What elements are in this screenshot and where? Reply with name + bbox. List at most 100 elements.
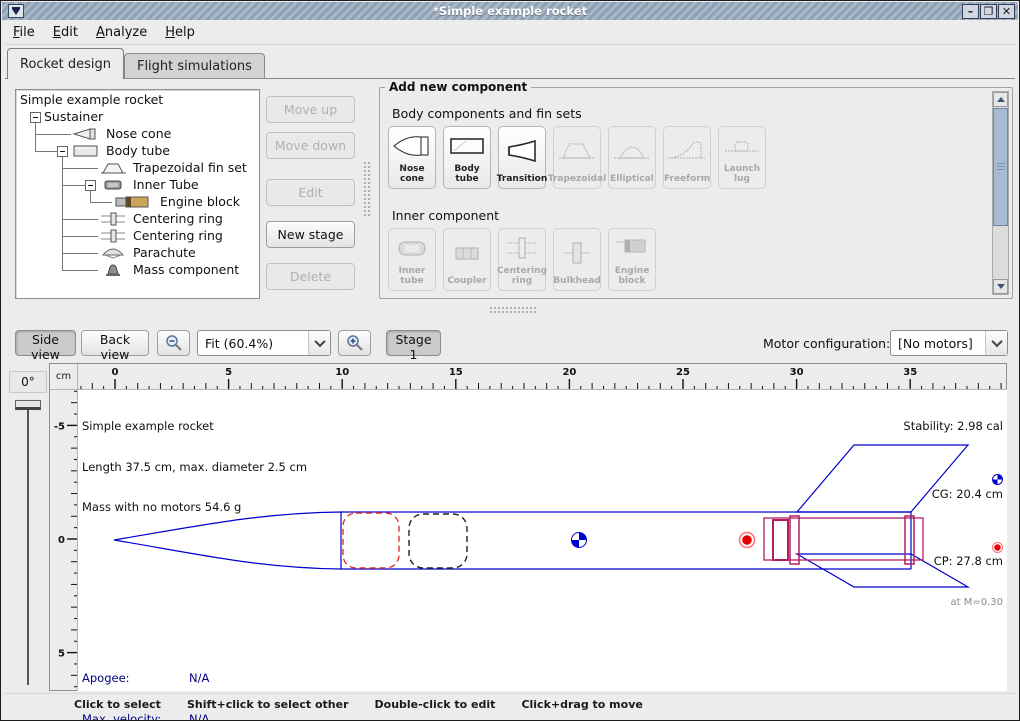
mass-component-outline bbox=[409, 514, 467, 568]
zoom-out-button[interactable] bbox=[157, 330, 190, 356]
expander-body-tube[interactable] bbox=[57, 146, 68, 157]
tree-item-mass-component[interactable]: Mass component bbox=[133, 262, 239, 278]
expander-inner-tube[interactable] bbox=[85, 180, 96, 191]
menu-edit[interactable]: Edit bbox=[44, 22, 87, 43]
tree-guide bbox=[90, 191, 91, 202]
menu-bar: File Edit Analyze Help bbox=[4, 21, 1016, 45]
nose-cone-icon bbox=[391, 131, 433, 161]
tree-item-inner-tube[interactable]: Inner Tube bbox=[133, 177, 199, 193]
add-inner-tube-button[interactable]: Inner tube bbox=[388, 228, 436, 291]
tree-item-engine-block[interactable]: Engine block bbox=[160, 194, 240, 210]
horizontal-splitter[interactable] bbox=[489, 306, 537, 314]
add-body-tube-button[interactable]: Body tube bbox=[443, 126, 491, 189]
add-nose-cone-button[interactable]: Nose cone bbox=[388, 126, 436, 189]
tree-item-nose-cone[interactable]: Nose cone bbox=[106, 126, 171, 142]
scrollbar-thumb[interactable] bbox=[993, 108, 1008, 226]
add-engine-block-button[interactable]: Engine block bbox=[608, 228, 656, 291]
menu-help[interactable]: Help bbox=[156, 22, 204, 43]
expander-sustainer[interactable] bbox=[30, 112, 41, 123]
bulkhead-icon bbox=[556, 239, 598, 267]
centering-ring-1-outline bbox=[790, 516, 799, 564]
side-view-button[interactable]: Side view bbox=[15, 330, 76, 356]
back-view-button[interactable]: Back view bbox=[81, 330, 149, 356]
zoom-out-icon bbox=[165, 334, 183, 352]
vertical-splitter[interactable] bbox=[363, 161, 372, 217]
cp-line: CP: 27.8 cm bbox=[895, 528, 1003, 569]
stability-info: Stability: 2.98 cal CG: 20.4 cm CP: 27.8… bbox=[895, 393, 1003, 636]
status-bar: Click to select Shift+click to select ot… bbox=[4, 693, 1016, 714]
component-panel-scrollbar[interactable] bbox=[992, 91, 1009, 295]
tree-item-centering-ring-2[interactable]: Centering ring bbox=[133, 228, 223, 244]
tree-item-body-tube[interactable]: Body tube bbox=[106, 143, 170, 159]
add-centering-ring-button[interactable]: Centering ring bbox=[498, 228, 546, 291]
menu-file[interactable]: File bbox=[4, 22, 44, 43]
add-trapezoidal-fin-button[interactable]: Trapezoidal bbox=[553, 126, 601, 189]
move-up-button[interactable]: Move up bbox=[266, 96, 355, 123]
rocket-summary: Simple example rocket Length 37.5 cm, ma… bbox=[82, 393, 307, 542]
zoom-level-combo[interactable]: Fit (60.4%) bbox=[197, 330, 331, 356]
hint-click-select: Click to select bbox=[74, 698, 161, 711]
cp-marker bbox=[740, 533, 755, 548]
cg-line: CG: 20.4 cm bbox=[895, 461, 1003, 502]
parachute-outline bbox=[343, 513, 399, 568]
add-transition-button[interactable]: Transition bbox=[498, 126, 546, 189]
tree-guide bbox=[62, 236, 98, 237]
chevron-down-icon bbox=[308, 331, 330, 355]
add-bulkhead-button[interactable]: Bulkhead bbox=[553, 228, 601, 291]
stability-line: Stability: 2.98 cal bbox=[895, 420, 1003, 434]
cg-legend-icon bbox=[992, 474, 1003, 485]
zoom-in-icon bbox=[346, 334, 364, 352]
rocket-view-panel: cm 05101520253035 -505 bbox=[49, 363, 1007, 691]
tree-item-centering-ring-1[interactable]: Centering ring bbox=[133, 211, 223, 227]
engine-block-icon bbox=[114, 195, 154, 209]
scroll-down-button[interactable] bbox=[993, 279, 1008, 294]
add-coupler-button[interactable]: Coupler bbox=[443, 228, 491, 291]
inner-component-label: Inner component bbox=[392, 208, 499, 223]
tab-rocket-design[interactable]: Rocket design bbox=[7, 48, 124, 79]
title-bar[interactable]: *Simple example rocket – ❐ ✕ bbox=[2, 2, 1018, 20]
cg-marker bbox=[572, 533, 587, 548]
centering-ring-icon bbox=[100, 229, 128, 243]
delete-button[interactable]: Delete bbox=[266, 263, 355, 290]
zoom-in-button[interactable] bbox=[338, 330, 371, 356]
apogee-line: Apogee:N/A bbox=[82, 672, 209, 686]
tree-guide bbox=[90, 202, 112, 203]
tree-guide bbox=[62, 219, 98, 220]
add-elliptical-fin-button[interactable]: Elliptical bbox=[608, 126, 656, 189]
rotation-slider-thumb[interactable] bbox=[15, 400, 41, 410]
component-tree[interactable]: Simple example rocket Sustainer Nose con… bbox=[15, 89, 260, 299]
svg-text:30: 30 bbox=[790, 367, 804, 378]
tree-guide bbox=[35, 123, 36, 152]
add-freeform-fin-button[interactable]: Freeform bbox=[663, 126, 711, 189]
trapezoidal-fin-icon bbox=[100, 161, 128, 175]
motor-configuration-combo[interactable]: [No motors] bbox=[890, 330, 1008, 356]
tab-flight-simulations[interactable]: Flight simulations bbox=[124, 53, 265, 79]
svg-text:5: 5 bbox=[225, 367, 232, 378]
svg-text:10: 10 bbox=[335, 367, 349, 378]
tree-guide bbox=[35, 151, 57, 152]
new-stage-button[interactable]: New stage bbox=[266, 221, 355, 248]
menu-analyze[interactable]: Analyze bbox=[87, 22, 156, 43]
body-tube-icon bbox=[72, 144, 100, 158]
svg-text:0: 0 bbox=[58, 535, 65, 546]
tree-item-rocket[interactable]: Simple example rocket bbox=[20, 92, 163, 108]
move-down-button[interactable]: Move down bbox=[266, 132, 355, 159]
cp-legend-icon bbox=[992, 542, 1003, 553]
tree-guide bbox=[62, 253, 98, 254]
rocket-canvas[interactable]: Simple example rocket Length 37.5 cm, ma… bbox=[78, 390, 1007, 691]
add-launch-lug-button[interactable]: Launch lug bbox=[718, 126, 766, 189]
scroll-up-button[interactable] bbox=[993, 92, 1008, 107]
tree-item-parachute[interactable]: Parachute bbox=[133, 245, 196, 261]
tree-item-sustainer[interactable]: Sustainer bbox=[44, 109, 103, 125]
coupler-icon bbox=[446, 239, 488, 267]
centering-ring-icon bbox=[100, 212, 128, 226]
edit-button[interactable]: Edit bbox=[266, 179, 355, 206]
stage-1-toggle[interactable]: Stage 1 bbox=[386, 330, 441, 356]
elliptical-fin-icon bbox=[611, 136, 653, 166]
svg-text:20: 20 bbox=[562, 367, 576, 378]
chevron-down-icon bbox=[985, 331, 1007, 355]
tree-guide bbox=[62, 185, 85, 186]
tree-item-fin-set[interactable]: Trapezoidal fin set bbox=[133, 160, 247, 176]
rotation-slider-track[interactable] bbox=[27, 410, 29, 685]
nose-cone-icon bbox=[72, 127, 100, 141]
